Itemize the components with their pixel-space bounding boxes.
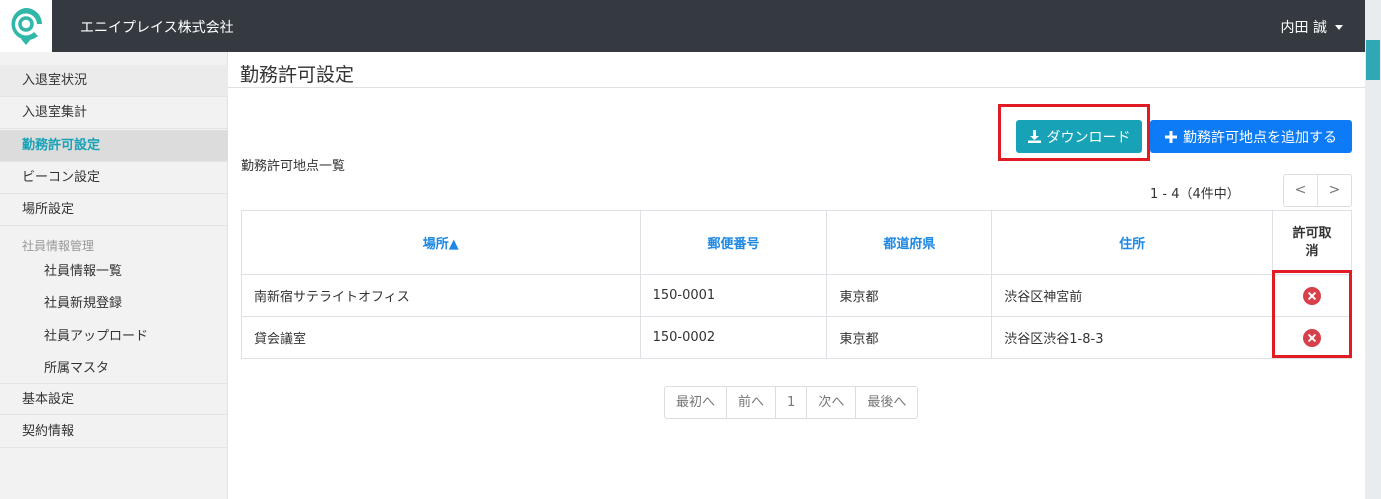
- cell-zip: 150-0001: [639, 274, 828, 317]
- sidebar-item-department[interactable]: 所属マスタ: [44, 357, 109, 376]
- cell-prefecture: 東京都: [826, 274, 993, 317]
- column-header-zip[interactable]: 郵便番号: [639, 210, 828, 275]
- sidebar-item-entry-summary[interactable]: 入退室集計: [0, 97, 228, 129]
- add-location-button[interactable]: 勤務許可地点を追加する: [1150, 120, 1352, 153]
- cell-place: 南新宿サテライトオフィス: [241, 274, 641, 317]
- sidebar-item-employee-upload[interactable]: 社員アップロード: [44, 325, 148, 344]
- add-location-label: 勤務許可地点を追加する: [1183, 129, 1337, 146]
- cell-place: 貸会議室: [241, 316, 641, 359]
- permit-location-table: 場所▲ 郵便番号 都道府県 住所 許可取消 南新宿サテライトオフィス 150-0…: [241, 210, 1352, 359]
- revoke-highlight: [1272, 270, 1352, 358]
- user-menu[interactable]: 内田 誠: [1281, 17, 1343, 37]
- page-last[interactable]: 最後へ: [856, 387, 917, 418]
- chevron-down-icon: [1335, 24, 1343, 30]
- cell-prefecture: 東京都: [826, 316, 993, 359]
- sidebar-item-entry-status[interactable]: 入退室状況: [0, 65, 228, 97]
- user-name: 内田 誠: [1280, 20, 1327, 36]
- company-name: エニイプレイス株式会社: [80, 20, 234, 36]
- scrollbar-thumb[interactable]: [1366, 40, 1380, 80]
- page-first[interactable]: 最初へ: [665, 387, 728, 418]
- column-header-prefecture[interactable]: 都道府県: [826, 210, 993, 275]
- sidebar-item-work-permit[interactable]: 勤務許可設定: [0, 130, 228, 162]
- cell-address: 渋谷区神宮前: [991, 274, 1273, 317]
- column-header-place[interactable]: 場所▲: [241, 210, 641, 275]
- pagination: 最初へ 前へ 1 次へ 最後へ: [664, 386, 919, 419]
- plus-icon: [1165, 130, 1177, 143]
- page-prev[interactable]: 前へ: [727, 387, 777, 418]
- page-number[interactable]: 1: [776, 387, 808, 418]
- record-count: 1 - 4（4件中）: [1150, 187, 1240, 202]
- sidebar-item-beacon[interactable]: ビーコン設定: [0, 162, 228, 194]
- main-content: 勤務許可設定 ダウンロード 勤務許可地点を追加する 勤務許可地点一覧 1 - 4…: [228, 52, 1365, 499]
- sidebar: 入退室状況 入退室集計 勤務許可設定 ビーコン設定 場所設定 社員情報管理 社員…: [0, 52, 228, 499]
- small-pager: < >: [1283, 174, 1352, 207]
- sidebar-group-employee: 社員情報管理: [22, 239, 95, 253]
- list-title: 勤務許可地点一覧: [241, 159, 346, 174]
- logo-icon: [11, 8, 42, 45]
- next-page-button[interactable]: >: [1318, 175, 1351, 206]
- download-highlight: [998, 104, 1150, 161]
- column-header-address[interactable]: 住所: [991, 210, 1273, 275]
- sidebar-item-employee-new[interactable]: 社員新規登録: [44, 292, 122, 311]
- page-next[interactable]: 次へ: [807, 387, 857, 418]
- prev-page-button[interactable]: <: [1284, 175, 1318, 206]
- table-row: 貸会議室 150-0002 東京都 渋谷区渋谷1-8-3: [241, 316, 1352, 359]
- sidebar-item-contract[interactable]: 契約情報: [0, 416, 228, 448]
- table-row: 南新宿サテライトオフィス 150-0001 東京都 渋谷区神宮前: [241, 274, 1352, 317]
- sidebar-item-location[interactable]: 場所設定: [0, 194, 228, 226]
- cell-zip: 150-0002: [639, 316, 828, 359]
- sidebar-item-basic-settings[interactable]: 基本設定: [0, 383, 228, 415]
- column-header-revoke: 許可取消: [1272, 210, 1352, 275]
- cell-address: 渋谷区渋谷1-8-3: [991, 316, 1273, 359]
- sidebar-item-employee-list[interactable]: 社員情報一覧: [44, 260, 122, 279]
- title-divider: [228, 87, 1365, 88]
- top-navbar: エニイプレイス株式会社 内田 誠: [0, 0, 1365, 52]
- app-logo[interactable]: [0, 0, 52, 52]
- page-title: 勤務許可設定: [240, 64, 355, 86]
